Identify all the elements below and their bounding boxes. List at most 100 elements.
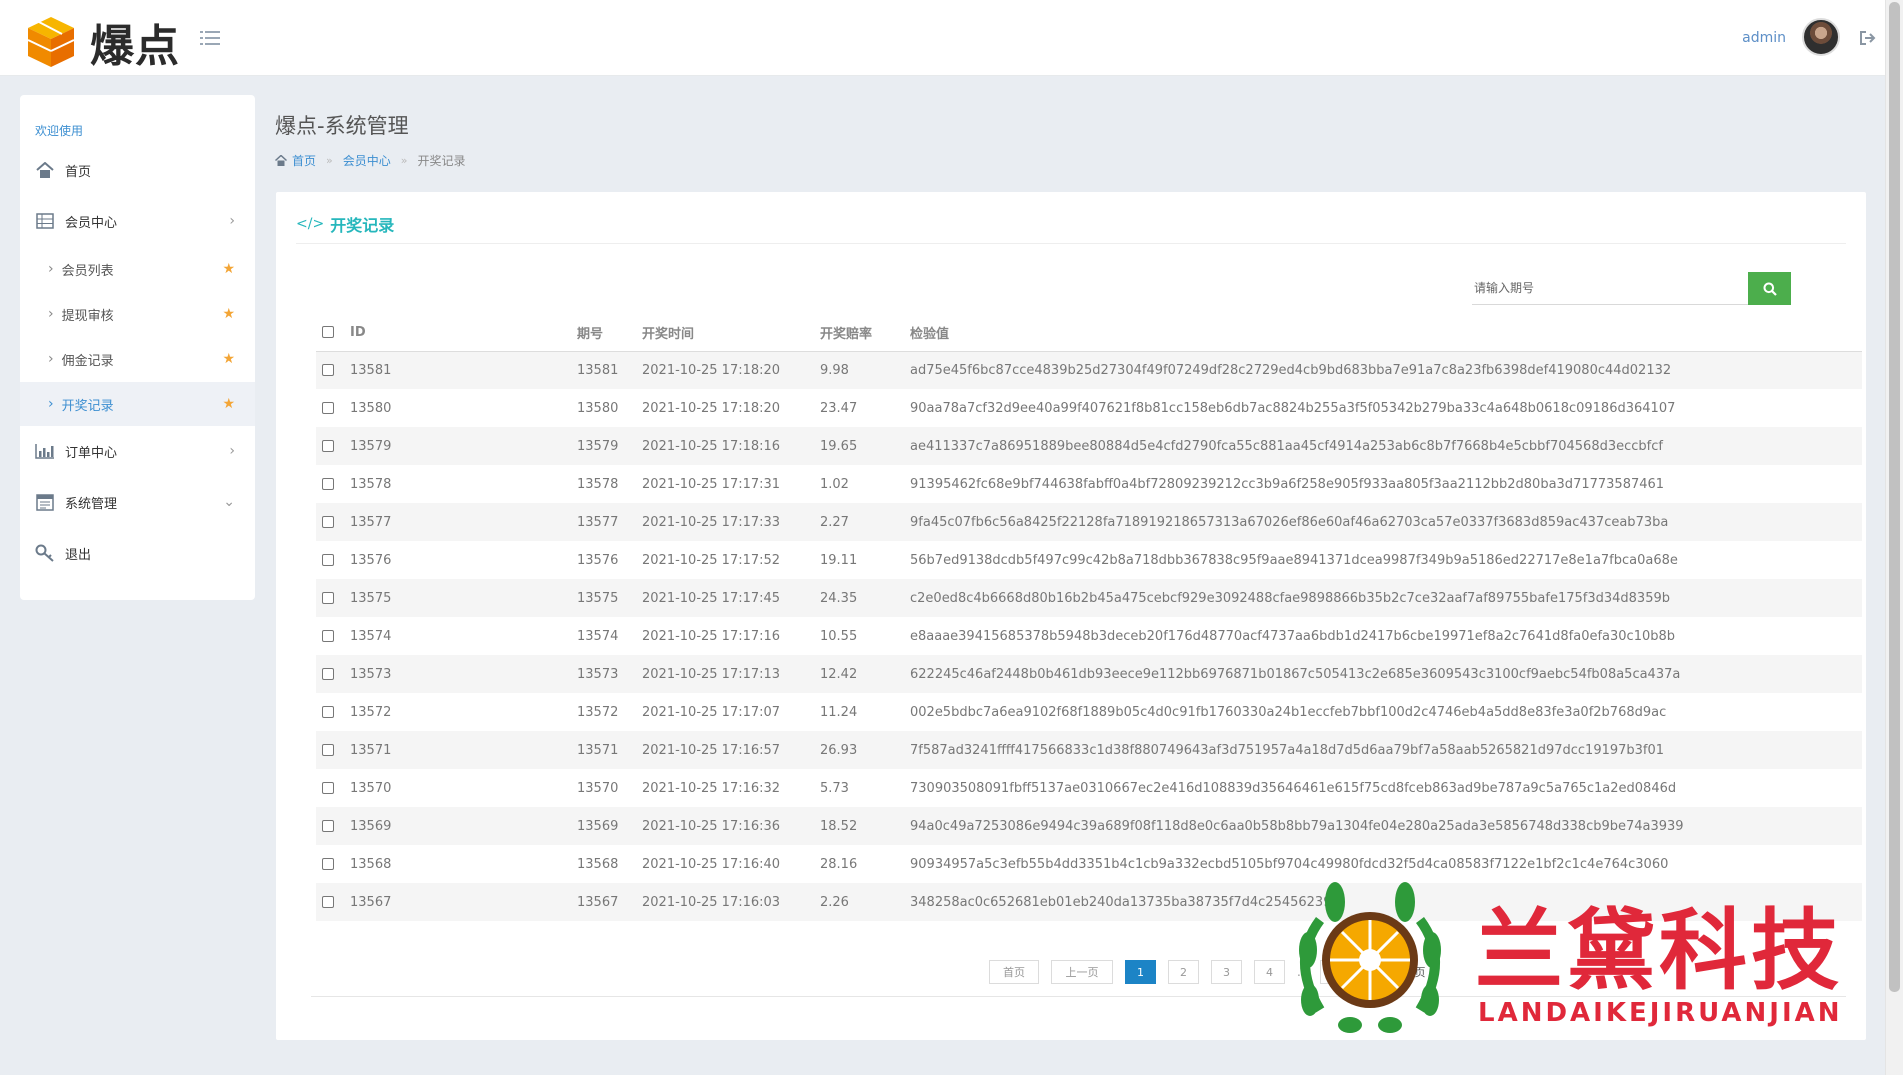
column-header-odds[interactable]: 开奖赔率 — [820, 314, 910, 352]
cell-check-value: 9fa45c07fb6c56a8425f22128fa7189192186573… — [910, 503, 1862, 541]
admin-username[interactable]: admin — [1742, 30, 1786, 46]
cell-period: 13572 — [577, 704, 619, 720]
row-checkbox[interactable] — [322, 516, 334, 528]
select-all-checkbox[interactable] — [322, 326, 334, 339]
scrollbar-thumb[interactable] — [1889, 2, 1900, 992]
table-row[interactable]: 13567 13567 2021-10-25 17:16:03 2.26 348258a… — [316, 883, 1862, 921]
column-header-draw-time[interactable]: 开奖时间 — [642, 314, 820, 352]
table-row[interactable]: 13569 13569 2021-10-25 17:16:36 18.52 94a0c4… — [316, 807, 1862, 845]
cell-odds: 19.11 — [820, 552, 858, 568]
cell-id: 13567 — [350, 883, 577, 921]
row-checkbox[interactable] — [322, 858, 334, 870]
lottery-records-table: ID 期号 开奖时间 开奖赔率 检验值 13581 13581 2021-10-25… — [316, 314, 1862, 921]
cell-check-value: 730903508091fbff5137ae0310667ec2e416d108… — [910, 780, 1677, 796]
table-row[interactable]: 13578 13578 2021-10-25 17:17:31 1.02 9139546… — [316, 465, 1862, 503]
sidebar-subitem-label: 提现审核 — [61, 308, 114, 324]
table-row[interactable]: 13581 13581 2021-10-25 17:18:20 9.98 ad75e45… — [316, 351, 1862, 389]
table-row[interactable]: 13573 13573 2021-10-25 17:17:13 12.42 622245… — [316, 655, 1862, 693]
row-checkbox[interactable] — [322, 364, 334, 377]
calendar-icon — [35, 493, 55, 511]
cell-odds: 10.55 — [820, 628, 858, 644]
cell-period: 13571 — [577, 731, 642, 769]
sidebar-subitem-member-list[interactable]: › 会员列表 ★ — [20, 247, 255, 291]
table-row[interactable]: 13571 13571 2021-10-25 17:16:57 26.93 7f587a… — [316, 731, 1862, 769]
sidebar-subitem-withdraw-review[interactable]: › 提现审核 ★ — [20, 292, 255, 336]
table-row[interactable]: 13574 13574 2021-10-25 17:17:16 10.55 e8aaae… — [316, 617, 1862, 655]
row-checkbox[interactable] — [322, 630, 334, 642]
sidebar-item-system-management[interactable]: 系统管理 ⌄ — [20, 480, 255, 524]
cell-draw-time: 2021-10-25 17:16:03 — [642, 883, 820, 921]
pagination-page-4[interactable]: 4 — [1254, 960, 1285, 984]
home-icon — [35, 161, 55, 179]
table-row[interactable]: 13576 13576 2021-10-25 17:17:52 19.11 56b7ed… — [316, 541, 1862, 579]
table-row[interactable]: 13579 13579 2021-10-25 17:18:16 19.65 ae4113… — [316, 427, 1862, 465]
chevron-right-icon: › — [48, 261, 54, 277]
sidebar-subitem-lottery-records[interactable]: › 开奖记录 ★ — [20, 382, 255, 426]
pagination: 首页 上一页 1 2 3 4 ... 904 共904页 — [989, 960, 1425, 984]
panel-title-text: 开奖记录 — [330, 216, 395, 235]
column-header-id[interactable]: ID — [350, 314, 577, 352]
column-header-period[interactable]: 期号 — [577, 314, 642, 352]
top-bar: 爆点 admin — [0, 0, 1885, 76]
pagination-page-1[interactable]: 1 — [1125, 960, 1156, 984]
column-header-check-value[interactable]: 检验值 — [910, 314, 1862, 352]
cell-draw-time: 2021-10-25 17:16:57 — [642, 731, 820, 769]
logout-icon[interactable] — [1859, 30, 1877, 46]
cell-id: 13579 — [350, 427, 577, 465]
cell-check-value: 91395462fc68e9bf744638fabff0a4bf72809239… — [910, 476, 1665, 492]
cell-check-value: ad75e45f6bc87cce4839b25d27304f49f07249df… — [910, 351, 1862, 389]
avatar[interactable] — [1802, 18, 1840, 56]
pagination-page-2[interactable]: 2 — [1168, 960, 1199, 984]
sidebar-item-member-center[interactable]: 会员中心 › — [20, 199, 255, 243]
cell-check-value: 622245c46af2448b0b461db93eece9e112bb6976… — [910, 655, 1862, 693]
period-search-input[interactable] — [1472, 272, 1748, 305]
cell-check-value: e8aaae39415685378b5948b3deceb20f176d4877… — [910, 628, 1676, 644]
sidebar-item-home[interactable]: 首页 — [20, 148, 255, 192]
row-checkbox[interactable] — [322, 744, 334, 756]
bar-chart-icon — [35, 442, 55, 460]
page-scrollbar[interactable] — [1885, 0, 1903, 1075]
row-checkbox[interactable] — [322, 402, 334, 414]
brand-logo[interactable]: 爆点 — [26, 10, 180, 74]
row-checkbox[interactable] — [322, 668, 334, 680]
breadcrumb-home[interactable]: 首页 — [292, 152, 316, 169]
sidebar-item-logout[interactable]: 退出 — [20, 531, 255, 575]
pagination-first[interactable]: 首页 — [989, 960, 1039, 984]
table-row[interactable]: 13568 13568 2021-10-25 17:16:40 28.16 909349… — [316, 845, 1862, 883]
pagination-page-last[interactable]: 904 — [1320, 960, 1371, 984]
row-checkbox[interactable] — [322, 706, 334, 718]
breadcrumb-section[interactable]: 会员中心 — [343, 152, 391, 169]
cell-draw-time: 2021-10-25 17:17:33 — [642, 503, 820, 541]
table-row[interactable]: 13572 13572 2021-10-25 17:17:07 11.24 002e5b… — [316, 693, 1862, 731]
pagination-prev[interactable]: 上一页 — [1051, 960, 1113, 984]
row-checkbox[interactable] — [322, 782, 334, 794]
search-button[interactable] — [1748, 272, 1791, 305]
cell-id: 13570 — [350, 780, 392, 796]
row-checkbox[interactable] — [322, 820, 334, 832]
sidebar-subitem-label: 会员列表 — [61, 263, 114, 279]
table-row[interactable]: 13580 13580 2021-10-25 17:18:20 23.47 90aa78… — [316, 389, 1862, 427]
table-row[interactable]: 13577 13577 2021-10-25 17:17:33 2.27 9fa45c0… — [316, 503, 1862, 541]
chevron-right-icon: › — [229, 213, 235, 229]
cell-id: 13580 — [350, 400, 392, 416]
row-checkbox[interactable] — [322, 440, 334, 452]
sidebar-item-order-center[interactable]: 订单中心 › — [20, 429, 255, 473]
pagination-page-3[interactable]: 3 — [1211, 960, 1242, 984]
cell-id: 13577 — [350, 503, 577, 541]
row-checkbox[interactable] — [322, 554, 334, 566]
row-checkbox[interactable] — [322, 478, 334, 490]
table-row[interactable]: 13575 13575 2021-10-25 17:17:45 24.35 c2e0ed… — [316, 579, 1862, 617]
lottery-records-panel: </> 开奖记录 ID 期号 开奖时间 开奖赔率 检验值 13581135812… — [276, 192, 1866, 1040]
pagination-total: 共904页 — [1382, 966, 1426, 979]
search-icon — [1763, 282, 1777, 296]
star-icon: ★ — [222, 261, 235, 277]
row-checkbox[interactable] — [322, 592, 334, 604]
table-row[interactable]: 13570 13570 2021-10-25 17:16:32 5.73 7309035… — [316, 769, 1862, 807]
cell-check-value: 348258ac0c652681eb01eb240da13735ba38735f… — [910, 883, 1862, 921]
brand-name: 爆点 — [90, 21, 180, 72]
sidebar-subitem-commission[interactable]: › 佣金记录 ★ — [20, 337, 255, 381]
cell-check-value: 90aa78a7cf32d9ee40a99f407621f8b81cc158eb… — [910, 400, 1676, 416]
star-icon: ★ — [222, 306, 235, 322]
menu-toggle-icon[interactable] — [200, 30, 220, 46]
row-checkbox[interactable] — [322, 896, 334, 908]
